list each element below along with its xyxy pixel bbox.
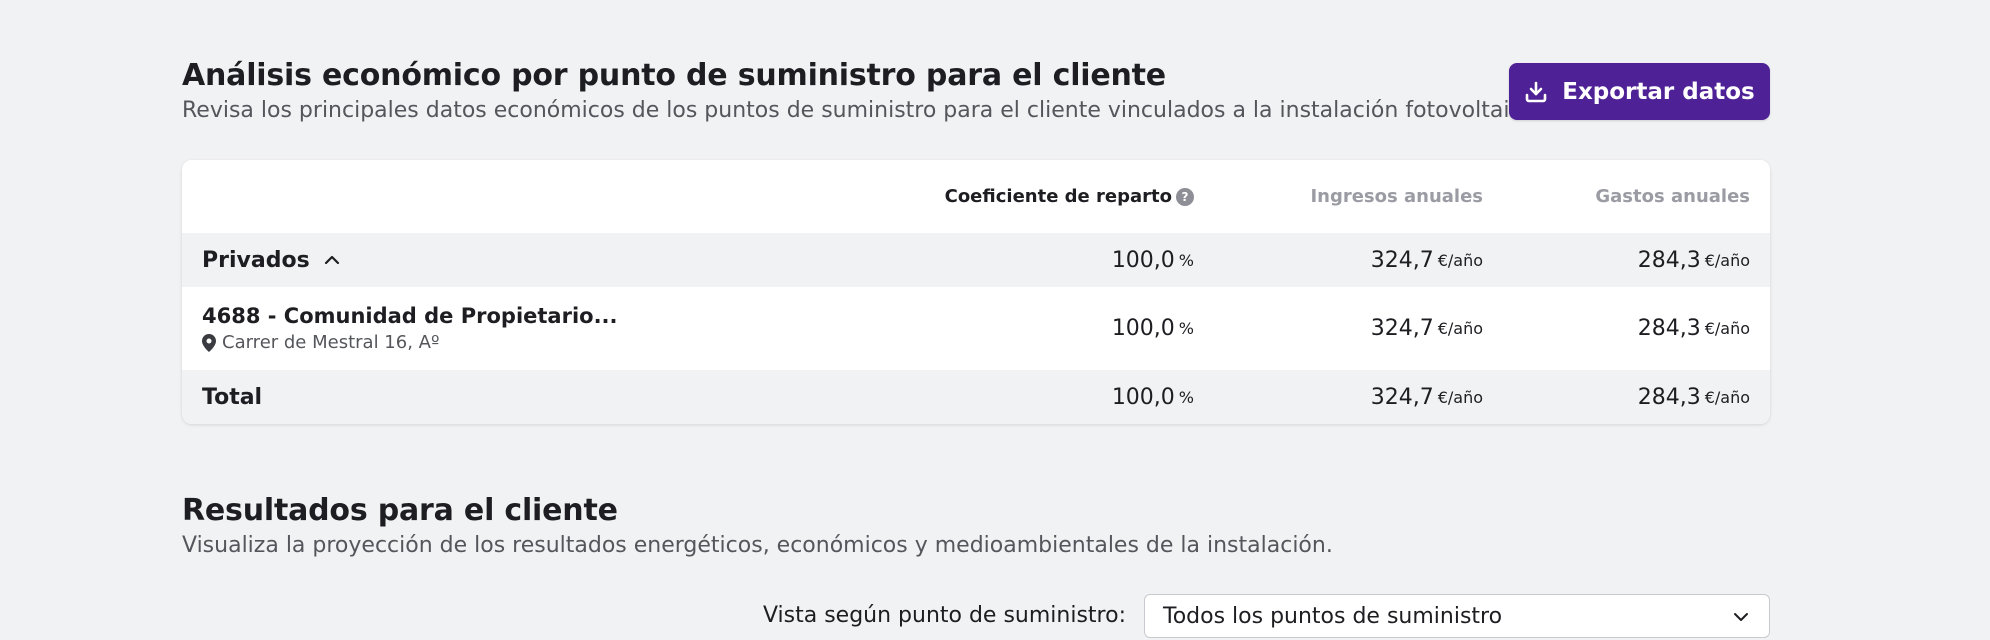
item-ingresos-value: 324,7 xyxy=(1370,316,1434,341)
header-gastos[interactable]: Gastos anuales xyxy=(1595,160,1750,233)
table-row[interactable]: 4688 - Comunidad de Propietario... Carre… xyxy=(182,287,1770,370)
map-pin-icon xyxy=(202,333,216,352)
help-circle-icon[interactable]: ? xyxy=(1176,187,1194,206)
total-coef: 100,0 % xyxy=(1112,370,1194,424)
item-address-text: Carrer de Mestral 16, Aº xyxy=(222,332,440,353)
header-ingresos[interactable]: Ingresos anuales xyxy=(1310,160,1483,233)
header-gastos-label: Gastos anuales xyxy=(1595,186,1750,207)
group-gastos: 284,3 €/año xyxy=(1638,233,1750,287)
group-coef-unit: % xyxy=(1178,250,1194,270)
total-label: Total xyxy=(202,384,263,410)
results-section-subtitle: Visualiza la proyección de los resultado… xyxy=(182,533,1333,558)
total-coef-value: 100,0 xyxy=(1111,384,1175,410)
view-selector-label: Vista según punto de suministro: xyxy=(762,602,1126,628)
group-ingresos-value: 324,7 xyxy=(1370,247,1434,273)
item-gastos-value: 284,3 xyxy=(1637,316,1701,341)
group-coef: 100,0 % xyxy=(1112,233,1194,287)
group-gastos-unit: €/año xyxy=(1704,250,1750,270)
group-coef-value: 100,0 xyxy=(1111,247,1175,273)
group-row-privados[interactable]: Privados 100,0 % 324,7 €/año 284,3 €/año xyxy=(182,233,1770,287)
total-label-cell: Total xyxy=(202,370,262,424)
results-section-title: Resultados para el cliente xyxy=(182,493,618,528)
group-label: Privados xyxy=(202,247,310,273)
item-name: 4688 - Comunidad de Propietario... xyxy=(202,304,618,328)
item-ingresos: 324,7 €/año xyxy=(1371,287,1483,370)
supply-point-view-selector: Vista según punto de suministro: Todos l… xyxy=(182,594,1770,640)
export-data-label: Exportar datos xyxy=(1562,78,1755,105)
group-name[interactable]: Privados xyxy=(202,233,342,287)
total-coef-unit: % xyxy=(1178,387,1194,407)
item-gastos-unit: €/año xyxy=(1704,319,1750,338)
item-coef-unit: % xyxy=(1178,319,1194,338)
economic-section-header: Análisis económico por punto de suminist… xyxy=(182,56,1770,126)
total-ingresos-unit: €/año xyxy=(1437,387,1483,407)
item-gastos: 284,3 €/año xyxy=(1638,287,1750,370)
total-gastos: 284,3 €/año xyxy=(1638,370,1750,424)
header-coef-label: Coeficiente de reparto xyxy=(944,186,1172,207)
supply-point-select-value: Todos los puntos de suministro xyxy=(1163,603,1503,629)
total-ingresos: 324,7 €/año xyxy=(1371,370,1483,424)
item-name-cell: 4688 - Comunidad de Propietario... Carre… xyxy=(202,287,618,370)
item-ingresos-unit: €/año xyxy=(1437,319,1483,338)
item-address: Carrer de Mestral 16, Aº xyxy=(202,332,439,353)
total-gastos-value: 284,3 xyxy=(1637,384,1701,410)
supply-point-select[interactable]: Todos los puntos de suministro xyxy=(1144,594,1770,638)
chevron-down-icon xyxy=(1731,607,1751,627)
header-ingresos-label: Ingresos anuales xyxy=(1310,186,1483,207)
group-ingresos: 324,7 €/año xyxy=(1371,233,1483,287)
total-gastos-unit: €/año xyxy=(1704,387,1750,407)
item-coef-value: 100,0 xyxy=(1111,316,1175,341)
download-icon xyxy=(1524,80,1548,104)
item-coef: 100,0 % xyxy=(1112,287,1194,370)
header-coef: Coeficiente de reparto ? xyxy=(945,160,1194,233)
export-data-button[interactable]: Exportar datos xyxy=(1509,63,1770,120)
total-ingresos-value: 324,7 xyxy=(1370,384,1434,410)
group-ingresos-unit: €/año xyxy=(1437,250,1483,270)
results-section-header: Resultados para el cliente Visualiza la … xyxy=(182,491,1770,561)
total-row: Total 100,0 % 324,7 €/año 284,3 €/año xyxy=(182,370,1770,424)
group-gastos-value: 284,3 xyxy=(1637,247,1701,273)
table-header-row: Coeficiente de reparto ? Ingresos anuale… xyxy=(182,160,1770,233)
chevron-up-icon[interactable] xyxy=(322,250,342,270)
economic-table: Coeficiente de reparto ? Ingresos anuale… xyxy=(182,160,1770,424)
